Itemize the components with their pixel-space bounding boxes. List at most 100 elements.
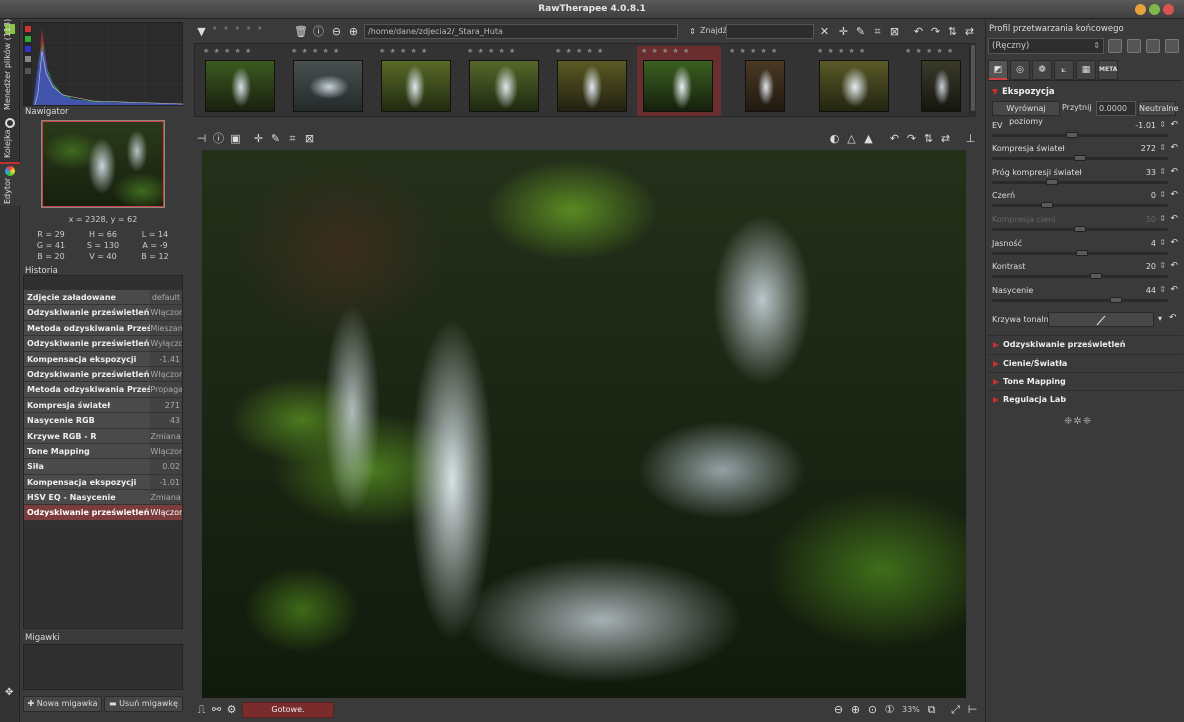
highlight-compression-slider[interactable]: Kompresja świateł 272 ⇕ ↶ — [992, 143, 1178, 166]
thumbnail-selected[interactable]: ★ ★ ★ ★ ★ — [637, 46, 721, 116]
transform-tab[interactable]: ⟀ — [1054, 60, 1074, 80]
neutral-button[interactable]: Neutralne — [1138, 101, 1179, 116]
thumbnail[interactable]: ★ ★ ★ ★ ★ — [199, 46, 283, 116]
lightness-slider[interactable]: Jasność 4 ⇕ ↶ — [992, 238, 1178, 261]
spin-icon[interactable]: ⇕ — [1159, 285, 1166, 294]
spin-icon[interactable]: ⇕ — [1159, 120, 1166, 129]
history-row[interactable]: Odzyskiwanie prześwietleńWłączone — [24, 305, 182, 321]
history-row[interactable]: Kompresja świateł 271 — [24, 397, 182, 414]
shadow-clipping-icon[interactable]: △ — [845, 132, 858, 145]
reset-icon[interactable]: ↶ — [1170, 167, 1178, 177]
move-icon-tab[interactable]: ✥ — [0, 686, 20, 702]
spin-icon[interactable]: ⇕ — [1159, 167, 1166, 176]
hand-tool-icon[interactable]: ✛ — [837, 25, 850, 38]
reset-icon[interactable]: ↶ — [1170, 143, 1178, 153]
rating-filters[interactable]: ★ ★ ★ ★ ★ — [212, 25, 282, 39]
trash-icon[interactable]: 🗑 — [294, 25, 308, 38]
tab-file-browser[interactable]: Menedżer plików (113) — [0, 19, 20, 116]
history-row[interactable]: Siła 0.02 — [24, 459, 182, 475]
section-highlight-recovery[interactable]: Odzyskiwanie prześwietleń — [988, 335, 1182, 353]
thumbnail[interactable]: ★ ★ ★ ★ ★ — [725, 46, 809, 116]
filmstrip-scrollbar[interactable] — [970, 43, 976, 117]
curve-dropdown-icon[interactable]: ▾ — [1158, 314, 1162, 323]
delete-snapshot-button[interactable]: ▬ Usuń migawkę — [104, 696, 183, 712]
thumbnail[interactable]: ★ ★ ★ ★ ★ — [551, 46, 635, 116]
before-after-icon[interactable]: ▣ — [229, 132, 242, 145]
paste-profile-icon[interactable] — [1165, 39, 1179, 53]
save-profile-icon[interactable] — [1127, 39, 1141, 53]
copy-profile-icon[interactable] — [1146, 39, 1160, 53]
metadata-tab[interactable]: META — [1098, 60, 1118, 80]
flip-vertical-icon[interactable]: ⇅ — [922, 132, 935, 145]
history-row[interactable]: Krzywe RGB - RZmiana krzywa — [24, 428, 182, 444]
new-snapshot-button[interactable]: ✚ Nowa migawka — [23, 696, 102, 712]
history-row[interactable]: HSV EQ - NasycenieZmiana krzywa — [24, 490, 182, 506]
reset-icon[interactable]: ↶ — [1170, 190, 1178, 200]
preview-mode-icon[interactable]: ◐ — [828, 132, 841, 145]
tab-editor[interactable]: Edytor — [0, 162, 20, 206]
history-row-selected[interactable]: Odzyskiwanie prześwietleńWłączone — [24, 505, 182, 521]
reset-icon[interactable]: ↶ — [1170, 261, 1178, 271]
zoom-out-icon[interactable]: ⊖ — [832, 703, 845, 716]
exposure-section-header[interactable]: Ekspozycja — [992, 87, 1055, 97]
navigator-preview[interactable] — [41, 120, 165, 208]
history-row[interactable]: Odzyskiwanie prześwietleńWyłączone — [24, 336, 182, 352]
zoom-fit-icon[interactable]: ⊙ — [866, 703, 879, 716]
thumbnail[interactable]: ★ ★ ★ ★ ★ — [813, 46, 897, 116]
rotate-right-icon[interactable]: ↷ — [905, 132, 918, 145]
section-tone-mapping[interactable]: Tone Mapping — [988, 372, 1182, 390]
detail-tab[interactable]: ◎ — [1010, 60, 1030, 80]
green-channel-toggle[interactable] — [25, 36, 31, 42]
white-balance-picker-icon[interactable]: ✎ — [854, 25, 867, 38]
path-dropdown-icon[interactable]: ⇕ — [686, 25, 699, 38]
thumbnail[interactable]: ★ ★ ★ ★ ★ — [901, 46, 967, 116]
spin-icon[interactable]: ⇕ — [1159, 261, 1166, 270]
section-lab-adjustments[interactable]: Regulacja Lab — [988, 390, 1182, 408]
highlight-threshold-slider[interactable]: Próg kompresji świateł 33 ⇕ ↶ — [992, 167, 1178, 190]
luminance-toggle[interactable] — [25, 56, 31, 62]
preview-image[interactable] — [202, 150, 966, 698]
zoom-100-icon[interactable]: ① — [883, 703, 896, 716]
section-shadows-highlights[interactable]: Cienie/Światła — [988, 354, 1182, 372]
rotate-left-icon[interactable]: ↶ — [912, 25, 925, 38]
spin-icon[interactable]: ⇕ — [1159, 190, 1166, 199]
thumbnail[interactable]: ★ ★ ★ ★ ★ — [463, 46, 547, 116]
reset-icon[interactable]: ↶ — [1170, 120, 1178, 130]
filter-icon[interactable]: ▼ — [195, 25, 208, 38]
reset-icon[interactable]: ↶ — [1170, 238, 1178, 248]
path-input[interactable]: /home/dane/zdjecia2/_Stara_Huta — [364, 24, 678, 39]
highlight-clipping-icon[interactable]: ▲ — [862, 132, 875, 145]
zoom-out-icon[interactable]: ⊖ — [330, 25, 343, 38]
history-row[interactable]: Metoda odzyskiwania PrześwietleńMieszani… — [24, 320, 182, 337]
maximize-button[interactable] — [1149, 4, 1160, 15]
profile-select[interactable]: (Ręczny) ⇕ — [988, 38, 1104, 54]
thumbnail[interactable]: ★ ★ ★ ★ ★ — [287, 46, 371, 116]
fullscreen-icon[interactable]: ⤢ — [949, 703, 962, 716]
info-icon[interactable]: ⓘ — [312, 25, 325, 38]
raw-toggle[interactable] — [25, 68, 31, 74]
profile-link-icon[interactable]: ⚯ — [210, 703, 223, 716]
reset-icon[interactable]: ↶ — [1169, 313, 1177, 323]
straighten-icon[interactable]: ⊠ — [888, 25, 901, 38]
auto-levels-button[interactable]: Wyrównaj poziomy — [992, 101, 1060, 126]
raw-tab[interactable]: ▦ — [1076, 60, 1096, 80]
hand-tool-icon[interactable]: ✛ — [252, 132, 265, 145]
tab-queue[interactable]: Kolejka — [0, 116, 20, 160]
toggle-histogram-icon[interactable]: ⎍ — [195, 703, 208, 716]
color-picker-icon[interactable]: ✎ — [269, 132, 282, 145]
flip-horizontal-icon[interactable]: ⇄ — [939, 132, 952, 145]
info-icon[interactable]: ⓘ — [212, 132, 225, 145]
hide-right-panel-icon[interactable]: ⊢ — [966, 703, 979, 716]
history-row[interactable]: Tone MappingWłączone — [24, 443, 182, 460]
find-input[interactable] — [726, 24, 814, 39]
history-row[interactable]: Nasycenie RGB 43 — [24, 413, 182, 429]
hide-left-panel-icon[interactable]: ⊣ — [195, 132, 208, 145]
thumbnail[interactable]: ★ ★ ★ ★ ★ — [375, 46, 459, 116]
new-window-icon[interactable]: ⧉ — [925, 703, 938, 716]
clear-find-icon[interactable]: ✕ — [818, 25, 831, 38]
zoom-in-icon[interactable]: ⊕ — [849, 703, 862, 716]
flip-horizontal-icon[interactable]: ⇄ — [963, 25, 976, 38]
color-tab[interactable]: ❁ — [1032, 60, 1052, 80]
hide-filmstrip-icon[interactable]: ⊥ — [964, 132, 977, 145]
black-slider[interactable]: Czerń 0 ⇕ ↶ — [992, 190, 1178, 213]
